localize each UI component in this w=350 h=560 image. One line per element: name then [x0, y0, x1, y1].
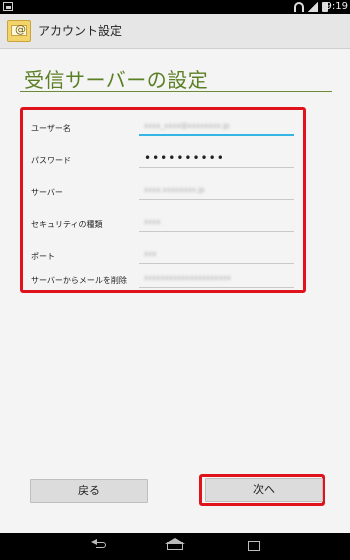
server-value: xxxx.xxxxxxxx.jp — [144, 186, 205, 194]
nav-recent-apps-icon[interactable] — [248, 541, 260, 551]
server-label: サーバー — [31, 188, 63, 197]
page-title: 受信サーバーの設定 — [24, 68, 209, 92]
status-bar: 9:19 — [0, 0, 350, 14]
image-notification-icon — [3, 2, 13, 11]
port-field[interactable]: xxx — [139, 244, 294, 264]
navigation-bar — [0, 533, 350, 560]
incoming-server-form: ユーザー名 xxxx_xxxx@xxxxxxxx.jp パスワード ••••••… — [20, 107, 306, 293]
port-label: ポート — [31, 252, 55, 261]
nav-home-icon[interactable] — [165, 538, 185, 550]
username-field[interactable]: xxxx_xxxx@xxxxxxxx.jp — [139, 116, 294, 136]
username-label: ユーザー名 — [31, 124, 71, 133]
password-field[interactable]: •••••••••• — [139, 148, 294, 168]
delete-from-server-select[interactable]: xxxxxxxxxxxxxxxxxxxxx — [139, 268, 294, 288]
status-icons — [294, 1, 328, 13]
app-title: アカウント設定 — [38, 24, 123, 38]
security-type-label: セキュリティの種類 — [31, 220, 103, 229]
server-field[interactable]: xxxx.xxxxxxxx.jp — [139, 180, 294, 200]
delete-from-server-label: サーバーからメールを削除 — [31, 276, 127, 285]
security-type-value: xxxx — [144, 218, 161, 226]
delete-from-server-value: xxxxxxxxxxxxxxxxxxxxx — [144, 274, 231, 282]
nav-back-icon[interactable] — [90, 539, 108, 551]
title-divider — [20, 91, 332, 92]
form-row-username: ユーザー名 xxxx_xxxx@xxxxxxxx.jp — [23, 116, 303, 148]
action-bar: アカウント設定 — [0, 14, 350, 49]
next-button[interactable]: 次へ — [205, 478, 323, 502]
form-row-password: パスワード •••••••••• — [23, 148, 303, 180]
username-value: xxxx_xxxx@xxxxxxxx.jp — [144, 122, 230, 130]
back-button[interactable]: 戻る — [30, 479, 148, 503]
wifi-icon — [294, 2, 304, 12]
form-row-delete-from-server: サーバーからメールを削除 xxxxxxxxxxxxxxxxxxxxx — [23, 268, 303, 300]
password-label: パスワード — [31, 156, 71, 165]
signal-icon — [308, 2, 318, 12]
port-value: xxx — [144, 250, 157, 258]
mail-app-icon[interactable] — [7, 20, 31, 42]
form-row-server: サーバー xxxx.xxxxxxxx.jp — [23, 180, 303, 212]
password-value: •••••••••• — [144, 151, 225, 165]
form-row-security-type: セキュリティの種類 xxxx — [23, 212, 303, 244]
status-time: 9:19 — [325, 1, 348, 12]
security-type-select[interactable]: xxxx — [139, 212, 294, 232]
